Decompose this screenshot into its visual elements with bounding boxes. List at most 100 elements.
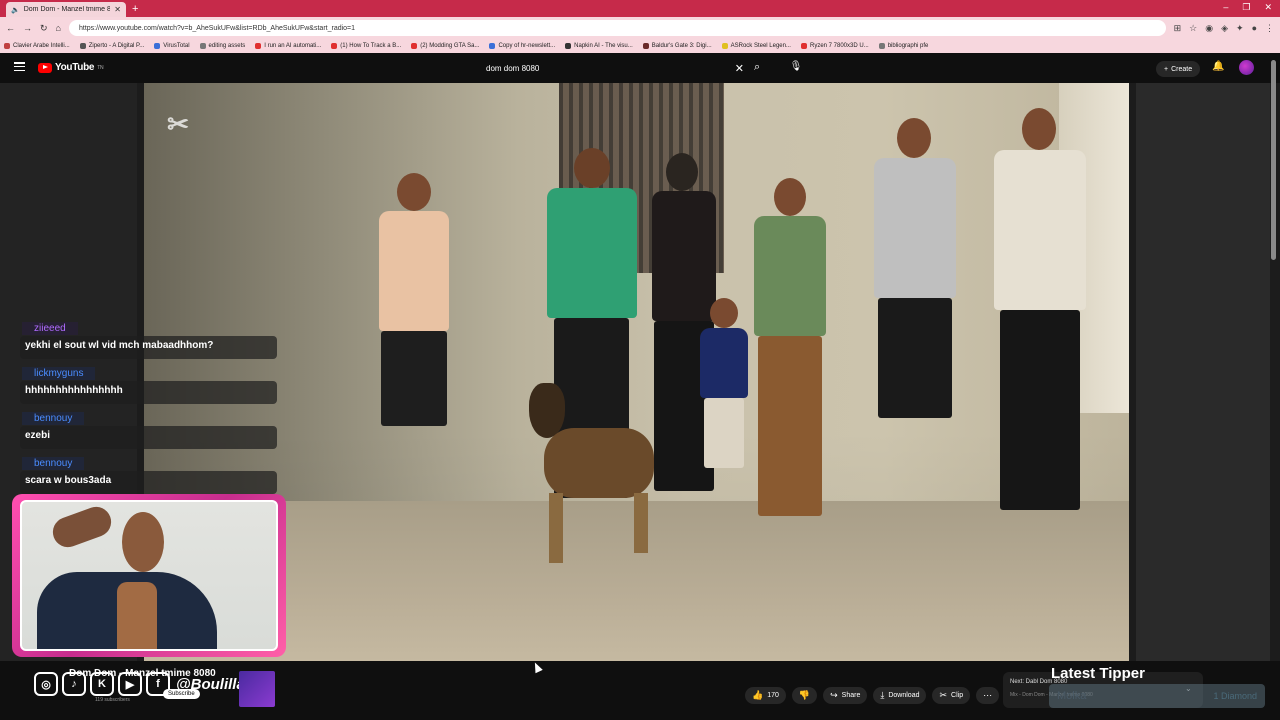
search-input[interactable]: dom dom 8080 ✕ — [478, 60, 748, 76]
bookmark-folder[interactable]: editing assets — [199, 43, 245, 49]
bookmark-folder[interactable]: bibliographi pfe — [878, 43, 928, 49]
account-avatar[interactable] — [1239, 60, 1254, 75]
person-figure — [744, 178, 834, 538]
bookmark-star-icon[interactable]: ☆ — [1189, 23, 1197, 34]
profile-icon[interactable]: ● — [1252, 23, 1257, 34]
restore-icon[interactable]: ❐ — [1242, 2, 1250, 13]
notifications-bell-icon[interactable]: 🔔 — [1212, 61, 1224, 72]
live-chat-overlay: ziieeed yekhi el sout wl vid mch mabaadh… — [20, 318, 277, 498]
bookmark-item[interactable]: ASRock Steel Legen... — [721, 43, 791, 49]
channel-thumbnail[interactable] — [239, 671, 275, 707]
speaker-icon: 🔈 — [11, 6, 20, 14]
search-icon[interactable]: ⌕ — [754, 61, 760, 74]
chat-text: ezebi — [20, 426, 277, 449]
minimize-icon[interactable]: – — [1223, 2, 1228, 13]
latest-tipper-row: Molka 1 Diamond — [1049, 684, 1265, 708]
share-icon: ↪ — [830, 690, 838, 700]
youtube-icon: ▶ — [118, 672, 142, 696]
person-figure — [864, 118, 964, 538]
dislike-button[interactable]: 👎 — [791, 687, 818, 704]
chat-message: bennouy ezebi — [20, 408, 277, 449]
new-tab-button[interactable]: + — [132, 3, 138, 15]
thumbs-down-icon: 👎 — [798, 690, 811, 700]
extension-icon[interactable]: ◈ — [1221, 23, 1228, 34]
url-text: https://www.youtube.com/watch?v=b_AheSuk… — [78, 24, 356, 32]
bookmark-item[interactable]: VirusTotal — [154, 43, 190, 49]
browser-tab[interactable]: 🔈 Dom Dom - Manzel tmime 8 ✕ — [6, 2, 126, 17]
instagram-icon: ◎ — [34, 672, 58, 696]
like-button[interactable]: 👍 170 — [745, 687, 786, 704]
scissors-icon: ✂ — [939, 690, 948, 700]
tiktok-icon: ♪ — [62, 672, 86, 696]
more-dots-icon: ⋯ — [983, 690, 993, 700]
subscriber-count: 119 subscribers — [95, 697, 130, 703]
page-scrollbar[interactable] — [1271, 60, 1276, 260]
video-frame[interactable]: ✂ — [144, 83, 1129, 661]
bookmarks-bar: Clavier Arabe Intelli... Ziperto - A Dig… — [0, 39, 1280, 53]
youtube-logo[interactable]: YouTube TN — [38, 62, 104, 73]
create-button[interactable]: + Create — [1156, 61, 1201, 77]
tab-title: Dom Dom - Manzel tmime 8 — [23, 6, 111, 13]
bookmark-item[interactable]: Ziperto - A Digital P... — [79, 43, 144, 49]
subscribe-button[interactable]: Subscribe — [163, 689, 200, 699]
bookmark-item[interactable]: Clavier Arabe Intelli... — [4, 43, 70, 49]
chat-message: bennouy scara w bous3ada — [20, 453, 277, 494]
latest-tipper-title: Latest Tipper — [1051, 665, 1145, 682]
tipper-name: Molka — [1057, 690, 1087, 702]
person-figure — [369, 173, 459, 553]
clip-button[interactable]: ✂ Clip — [932, 687, 971, 704]
microphone-icon[interactable]: 🎙 — [790, 59, 803, 73]
browser-tabbar: 🔈 Dom Dom - Manzel tmime 8 ✕ + – ❐ ✕ — [0, 0, 1280, 17]
close-window-icon[interactable]: ✕ — [1264, 2, 1272, 13]
chat-text: hhhhhhhhhhhhhhhh — [20, 381, 277, 404]
streamer-hand — [48, 502, 116, 552]
capcut-watermark-icon: ✂ — [167, 109, 189, 139]
chat-username: bennouy — [22, 457, 85, 470]
bookmark-item[interactable]: Napkin AI - The visu... — [565, 43, 633, 49]
chat-text: scara w bous3ada — [20, 471, 277, 494]
bookmark-item[interactable]: (1) How To Track a B... — [331, 43, 401, 49]
tipper-amount: 1 Diamond — [1213, 691, 1257, 701]
extension-icons: ⊞ ☆ ◉ ◈ ✦ ● ⋮ — [1174, 23, 1274, 34]
install-icon[interactable]: ⊞ — [1174, 23, 1182, 34]
share-button[interactable]: ↪ Share — [823, 687, 868, 704]
home-icon[interactable]: ⌂ — [56, 23, 61, 33]
dog-figure — [524, 383, 659, 563]
social-overlay: ◎ ♪ K ▶ f @Boulilla — [34, 672, 245, 696]
clear-search-icon[interactable]: ✕ — [735, 62, 744, 75]
forward-icon[interactable]: → — [23, 23, 32, 33]
bookmark-item[interactable]: Baldur's Gate 3: Digi... — [642, 43, 712, 49]
puzzle-icon[interactable]: ✦ — [1236, 23, 1244, 34]
youtube-header: YouTube TN dom dom 8080 ✕ ⌕ 🎙 + Create 🔔 — [0, 53, 1280, 83]
plus-icon: + — [1164, 65, 1169, 73]
window-controls: – ❐ ✕ — [1223, 2, 1272, 13]
download-button[interactable]: ⤓ Download — [873, 687, 927, 704]
person-figure — [984, 108, 1094, 528]
player-side-panel-right — [1136, 83, 1270, 661]
menu-dots-icon[interactable]: ⋮ — [1265, 23, 1274, 34]
video-actions: 👍 170 👎 ↪ Share ⤓ Download ✂ Clip ⋯ — [745, 687, 1000, 704]
chat-text: yekhi el sout wl vid mch mabaadhhom? — [20, 336, 277, 359]
extension-icon[interactable]: ◉ — [1205, 23, 1213, 34]
streamer-head — [122, 512, 164, 572]
reload-icon[interactable]: ↻ — [40, 23, 48, 34]
menu-icon[interactable] — [14, 62, 25, 71]
bookmark-item[interactable]: Copy of hr-newslett... — [489, 43, 555, 49]
kick-icon: K — [90, 672, 114, 696]
youtube-play-icon — [38, 62, 52, 73]
webcam-feed — [20, 500, 278, 651]
chat-username: bennouy — [22, 412, 85, 425]
chat-message: lickmyguns hhhhhhhhhhhhhhhh — [20, 363, 277, 404]
close-tab-icon[interactable]: ✕ — [114, 5, 121, 14]
bookmark-item[interactable]: I run an AI automati... — [255, 43, 321, 49]
download-icon: ⤓ — [880, 690, 885, 700]
bookmark-item[interactable]: (2) Modding GTA Sa... — [411, 43, 479, 49]
back-icon[interactable]: ← — [6, 23, 15, 33]
webcam-frame — [12, 494, 286, 657]
url-field[interactable]: https://www.youtube.com/watch?v=b_AheSuk… — [68, 20, 1166, 36]
streamer-shirt — [117, 582, 157, 649]
more-actions-button[interactable]: ⋯ — [976, 687, 1000, 704]
bookmark-item[interactable]: Ryzen 7 7800x3D U... — [800, 43, 869, 49]
thumbs-up-icon: 👍 — [752, 690, 764, 700]
chat-username: ziieeed — [22, 322, 78, 335]
